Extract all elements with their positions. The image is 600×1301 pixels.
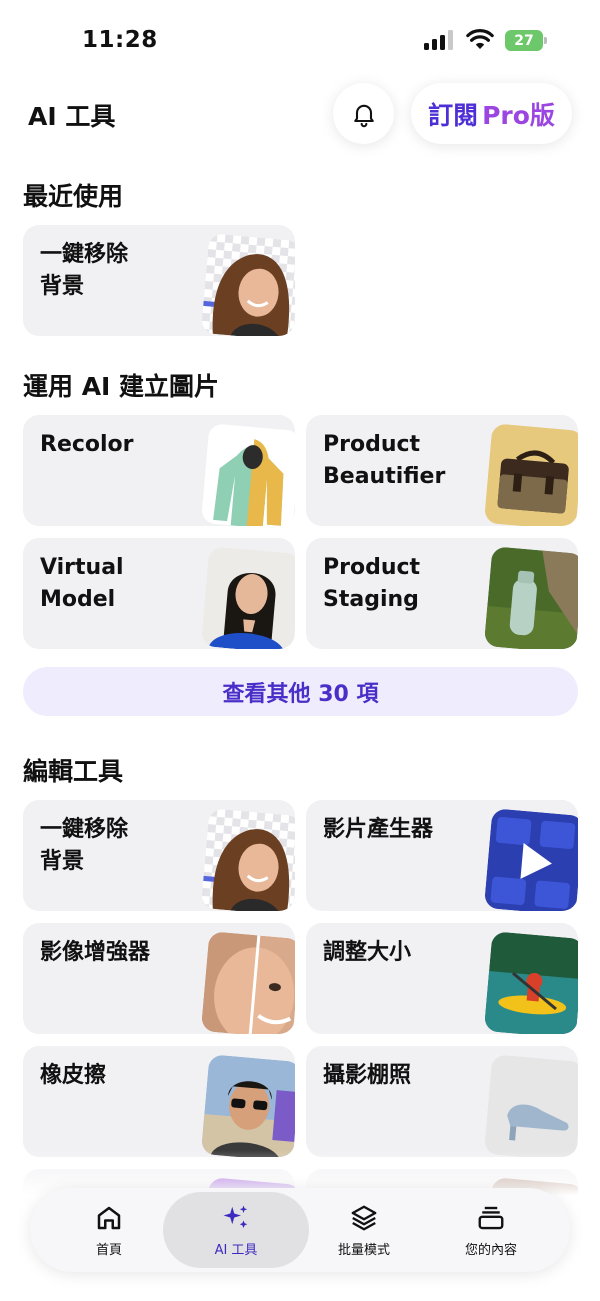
pro-label: Pro版 [482, 100, 555, 130]
shoe-thumbnail [483, 1054, 578, 1157]
tool-label: 攝影棚照 [323, 1063, 412, 1088]
recent-tool-remove-bg[interactable]: 一鍵移除 背景 [23, 225, 295, 336]
nav-label: 您的內容 [464, 1242, 517, 1258]
status-bar: 11:28 27 [0, 0, 600, 80]
tool-resize[interactable]: 調整大小 [306, 923, 578, 1034]
bottle-thumbnail [483, 546, 578, 649]
tool-label: Virtual Model [40, 555, 124, 612]
nav-home[interactable]: 首頁 [36, 1192, 182, 1268]
battery-icon: 27 [505, 30, 547, 51]
recent-section-title: 最近使用 [23, 182, 124, 211]
video-play-thumbnail [483, 808, 578, 911]
layers-icon [349, 1203, 379, 1233]
bag-thumbnail [483, 423, 578, 526]
edit-section-title: 編輯工具 [23, 757, 124, 786]
tool-eraser[interactable]: 橡皮擦 [23, 1046, 295, 1157]
bell-icon [353, 104, 374, 127]
nav-label: 批量模式 [337, 1242, 390, 1258]
selfie-thumbnail [200, 1054, 295, 1157]
tool-product-staging[interactable]: Product Staging [306, 538, 578, 649]
home-icon [94, 1203, 124, 1233]
stack-icon [476, 1203, 506, 1233]
hoodie-thumbnail [200, 423, 295, 526]
nav-label: 首頁 [95, 1242, 122, 1258]
page-title: AI 工具 [28, 102, 116, 131]
nav-your-content[interactable]: 您的內容 [418, 1192, 564, 1268]
tool-label: 調整大小 [323, 940, 412, 965]
notifications-button[interactable] [333, 83, 394, 144]
portrait-cutout-thumbnail [200, 808, 295, 911]
kayak-thumbnail [483, 931, 578, 1034]
tool-studio-photo[interactable]: 攝影棚照 [306, 1046, 578, 1157]
nav-batch-mode[interactable]: 批量模式 [291, 1192, 437, 1268]
tool-recolor[interactable]: Recolor [23, 415, 295, 526]
portrait-cutout-thumbnail [200, 233, 295, 336]
create-section-title: 運用 AI 建立圖片 [23, 372, 220, 401]
tool-video-generator[interactable]: 影片產生器 [306, 800, 578, 911]
tool-label: Product Beautifier [323, 432, 446, 489]
view-more-button[interactable]: 查看其他 30 項 [23, 667, 578, 716]
tool-product-beautifier[interactable]: Product Beautifier [306, 415, 578, 526]
tool-remove-background[interactable]: 一鍵移除 背景 [23, 800, 295, 911]
tool-label: 橡皮擦 [40, 1063, 107, 1088]
nav-label: AI 工具 [214, 1242, 258, 1258]
tool-image-enhancer[interactable]: 影像增強器 [23, 923, 295, 1034]
tool-label: Product Staging [323, 555, 421, 612]
status-time: 11:28 [82, 27, 158, 53]
battery-level: 27 [505, 30, 543, 51]
wifi-icon [466, 29, 494, 49]
tool-label: 影像增強器 [40, 940, 151, 965]
tool-virtual-model[interactable]: Virtual Model [23, 538, 295, 649]
sparkles-icon [221, 1203, 251, 1233]
cellular-signal-icon [424, 30, 453, 50]
bottom-nav: 首頁 AI 工具 批量模式 您的內容 [30, 1188, 570, 1272]
subscribe-label: 訂閱 [428, 100, 479, 130]
subscribe-pro-button[interactable]: 訂閱 Pro版 [411, 83, 572, 144]
tool-label: 影片產生器 [323, 817, 434, 842]
nav-ai-tools[interactable]: AI 工具 [163, 1192, 309, 1268]
blur-face-thumbnail [200, 931, 295, 1034]
tool-label: 一鍵移除 背景 [40, 817, 129, 874]
tool-label: 一鍵移除 背景 [40, 242, 129, 299]
tool-label: Recolor [40, 432, 134, 457]
model-portrait-thumbnail [200, 546, 295, 649]
